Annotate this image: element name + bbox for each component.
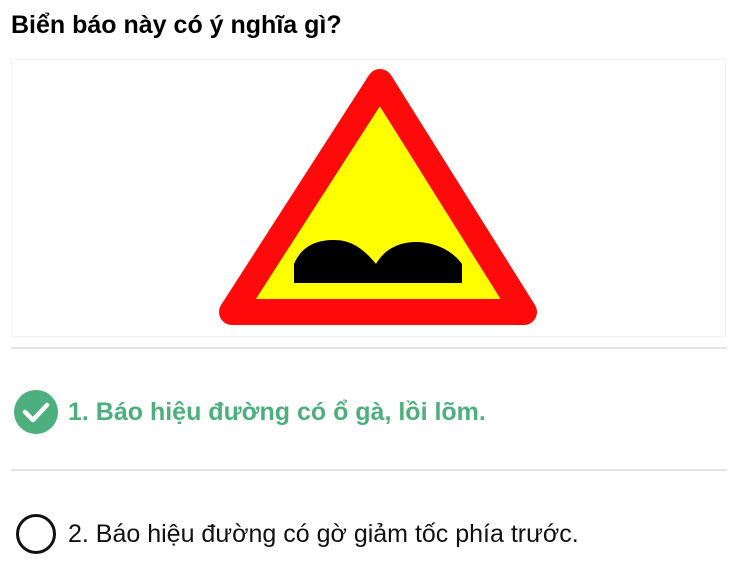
- divider: [11, 469, 727, 471]
- question-title: Biển báo này có ý nghĩa gì?: [11, 11, 342, 39]
- check-circle-icon: [14, 390, 58, 434]
- divider: [11, 347, 727, 349]
- answer-option-1[interactable]: 1. Báo hiệu đường có ổ gà, lồi lõm.: [14, 390, 486, 434]
- sign-image-frame: [11, 59, 726, 337]
- radio-circle-icon: [16, 514, 56, 554]
- answer-option-2[interactable]: 2. Báo hiệu đường có gờ giảm tốc phía tr…: [14, 512, 579, 556]
- answer-option-2-label: 2. Báo hiệu đường có gờ giảm tốc phía tr…: [68, 520, 579, 548]
- answer-option-1-label: 1. Báo hiệu đường có ổ gà, lồi lõm.: [68, 398, 486, 426]
- uneven-road-warning-sign-icon: [219, 69, 537, 325]
